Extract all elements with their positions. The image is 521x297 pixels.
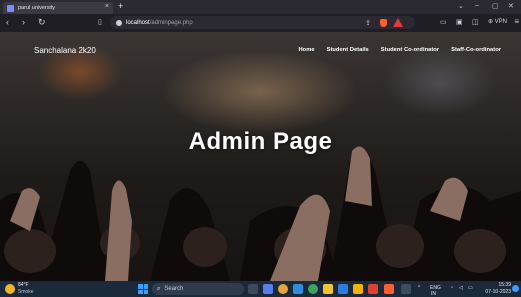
brand-text: Sanchalana 2k20 <box>34 46 96 55</box>
search-icon: ⌕ <box>157 285 161 292</box>
maximize-button[interactable]: ▢ <box>492 2 499 10</box>
start-tile-icon <box>138 284 143 289</box>
tab-close-button[interactable]: × <box>105 3 109 10</box>
start-button[interactable] <box>138 284 148 294</box>
brave-shield-icon[interactable] <box>380 19 387 27</box>
notification-icon[interactable] <box>512 285 519 292</box>
sidebar-icon[interactable]: ▭ <box>440 18 447 26</box>
site-favicon-icon <box>7 4 14 12</box>
address-bar[interactable]: localhost /adminpage.php ⇪ <box>110 16 415 29</box>
menu-icon[interactable]: ≡ <box>514 17 519 26</box>
hero-title: Admin Page <box>188 128 333 155</box>
start-tile-icon <box>138 289 143 294</box>
widgets-icon[interactable] <box>263 284 273 294</box>
windows-taskbar: 84°F Smoke ⌕ Search ^ ENG IN ◔ ◁ ▭ 15:39… <box>0 281 521 297</box>
nav-home[interactable]: Home <box>298 47 314 53</box>
brave-rewards-icon[interactable] <box>393 18 403 27</box>
task-view-icon[interactable] <box>248 284 258 294</box>
battery-icon[interactable]: ▭ <box>468 285 473 291</box>
tabs-icon[interactable]: ◫ <box>472 18 479 26</box>
reload-button[interactable]: ↻ <box>38 17 46 28</box>
folder-icon[interactable] <box>323 284 333 294</box>
forward-button[interactable]: › <box>22 17 25 27</box>
wifi-icon[interactable]: ◔ <box>450 285 453 291</box>
mail-icon[interactable] <box>338 284 348 294</box>
new-tab-button[interactable]: + <box>118 2 123 11</box>
admin-page-hero: Sanchalana 2k20 Home Student Details Stu… <box>0 32 521 281</box>
weather-icon[interactable] <box>5 284 15 294</box>
brave-icon[interactable] <box>384 284 394 294</box>
volume-icon[interactable]: ◁ <box>459 285 463 291</box>
tray-overflow-icon[interactable]: ^ <box>418 285 420 291</box>
tab-search-chevron-icon[interactable]: ⌄ <box>458 2 464 10</box>
back-button[interactable]: ‹ <box>6 17 9 27</box>
minimize-button[interactable]: – <box>475 2 479 9</box>
browser-tab-strip: parul university × + ⌄ – ▢ ✕ <box>0 0 521 14</box>
search-placeholder: Search <box>164 286 184 292</box>
taskbar-search[interactable]: ⌕ Search <box>152 283 244 295</box>
share-icon[interactable]: ⇪ <box>365 19 371 27</box>
store-icon[interactable] <box>353 284 363 294</box>
office-icon[interactable] <box>368 284 378 294</box>
browser-tab[interactable]: parul university × <box>3 2 113 14</box>
nav-staff-coordinator[interactable]: Staff-Co-ordinator <box>451 47 501 53</box>
url-path: /adminpage.php <box>149 19 193 26</box>
wallet-icon[interactable]: ▣ <box>456 18 463 26</box>
weather-temp: 84°F <box>18 282 29 288</box>
clock-date: 07-10-2023 <box>485 288 511 295</box>
chrome-icon[interactable] <box>278 284 288 294</box>
bookmark-icon[interactable]: ▯ <box>98 18 102 26</box>
tab-title: parul university <box>18 5 55 11</box>
close-window-button[interactable]: ✕ <box>508 2 514 10</box>
file-explorer-icon[interactable] <box>293 284 303 294</box>
tray-region: IN <box>431 291 436 297</box>
site-nav: Home Student Details Student Co-ordinato… <box>298 47 501 53</box>
edge-icon[interactable] <box>308 284 318 294</box>
weather-desc: Smoke <box>18 289 34 295</box>
site-info-icon[interactable] <box>116 19 122 26</box>
nav-student-details[interactable]: Student Details <box>327 47 369 53</box>
start-tile-icon <box>143 284 148 289</box>
vpn-button[interactable]: ⊕ VPN <box>488 18 507 25</box>
terminal-icon[interactable] <box>401 284 411 294</box>
system-clock[interactable]: 15:39 07-10-2023 <box>485 282 511 295</box>
site-brand[interactable]: Sanchalana 2k20 <box>34 46 96 55</box>
start-tile-icon <box>143 289 148 294</box>
nav-student-coordinator[interactable]: Student Co-ordinator <box>381 47 439 53</box>
browser-toolbar: ‹ › ↻ ▯ localhost /adminpage.php ⇪ ▭ ▣ ◫… <box>0 14 521 32</box>
url-host: localhost <box>126 19 150 26</box>
